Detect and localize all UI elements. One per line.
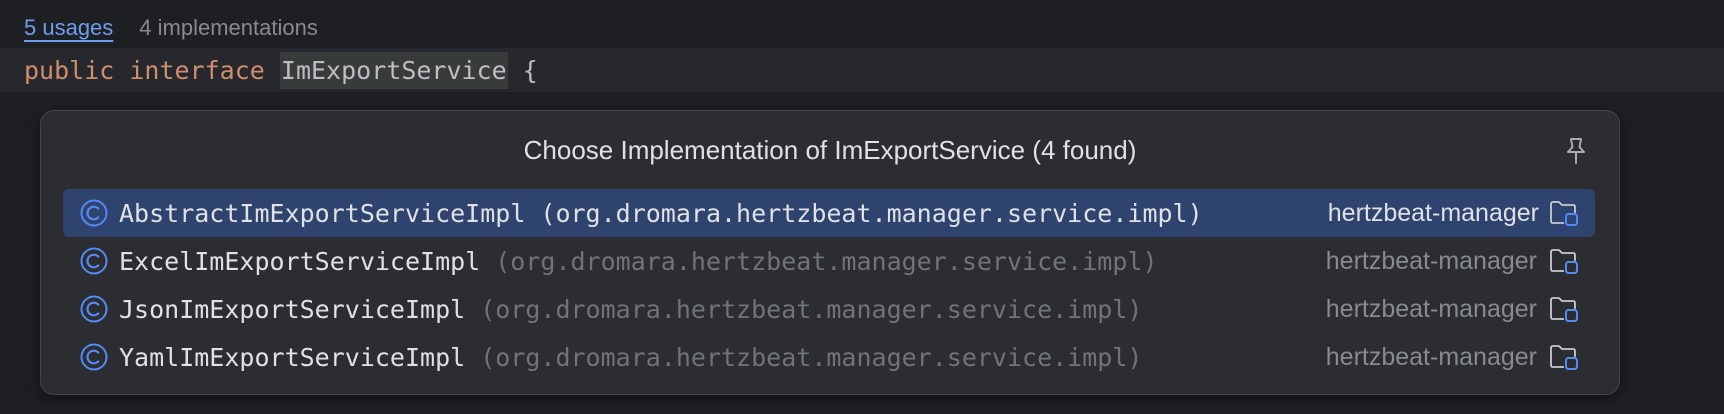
pin-icon[interactable]	[1563, 137, 1589, 165]
implementation-list: AbstractImExportServiceImpl (org.dromara…	[63, 189, 1595, 381]
class-name: AbstractImExportServiceImpl	[119, 198, 526, 228]
module-folder-icon	[1550, 345, 1578, 370]
package-name: (org.dromara.hertzbeat.manager.service.i…	[480, 342, 1143, 372]
implementation-row[interactable]: JsonImExportServiceImpl (org.dromara.her…	[63, 285, 1595, 333]
code-editor[interactable]: 5 usages 4 implementations public interf…	[0, 0, 1724, 414]
package-name: (org.dromara.hertzbeat.manager.service.i…	[540, 198, 1203, 228]
module-name: hertzbeat-manager	[1325, 246, 1537, 275]
module-name: hertzbeat-manager	[1325, 294, 1537, 323]
implementations-hint[interactable]: 4 implementations	[139, 15, 318, 41]
popup-title: Choose Implementation of ImExportService…	[523, 135, 1137, 165]
class-name: ExcelImExportServiceImpl	[119, 246, 481, 276]
implementation-row[interactable]: AbstractImExportServiceImpl (org.dromara…	[63, 189, 1595, 237]
code-line[interactable]: public interface ImExportService {	[0, 48, 1724, 92]
module-folder-icon	[1550, 249, 1578, 274]
inlay-hints: 5 usages 4 implementations	[24, 10, 318, 46]
implementation-row[interactable]: YamlImExportServiceImpl (org.dromara.her…	[63, 333, 1595, 381]
interface-identifier[interactable]: ImExportService	[279, 51, 508, 89]
class-name: YamlImExportServiceImpl	[119, 342, 466, 372]
implementation-row[interactable]: ExcelImExportServiceImpl (org.dromara.he…	[63, 237, 1595, 285]
keyword-interface: interface	[129, 55, 265, 85]
class-icon	[80, 295, 108, 323]
package-name: (org.dromara.hertzbeat.manager.service.i…	[480, 294, 1143, 324]
module-name: hertzbeat-manager	[1327, 198, 1539, 227]
package-name: (org.dromara.hertzbeat.manager.service.i…	[495, 246, 1158, 276]
module-name: hertzbeat-manager	[1325, 342, 1537, 371]
open-brace: {	[522, 55, 538, 85]
class-icon	[80, 343, 108, 371]
class-icon	[80, 247, 108, 275]
module-folder-icon	[1550, 201, 1578, 226]
class-name: JsonImExportServiceImpl	[119, 294, 466, 324]
module-folder-icon	[1550, 297, 1578, 322]
class-icon	[80, 199, 108, 227]
choose-implementation-popup: Choose Implementation of ImExportService…	[40, 110, 1620, 395]
keyword-public: public	[24, 55, 115, 85]
usages-link[interactable]: 5 usages	[24, 15, 113, 41]
